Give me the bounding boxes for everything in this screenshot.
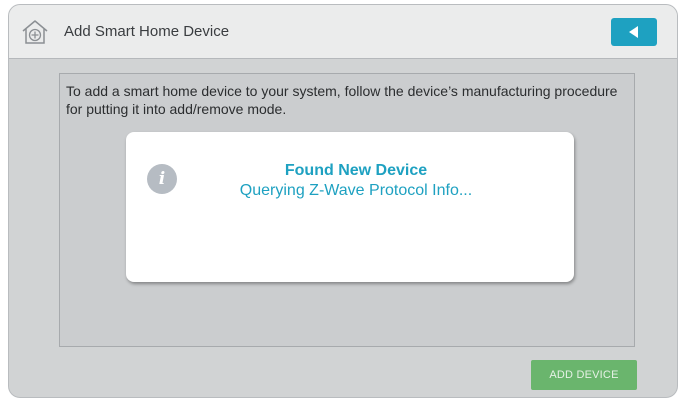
dialog-title: Found New Device (284, 162, 428, 179)
instructions-text: To add a smart home device to your syste… (66, 83, 618, 117)
home-icon (21, 18, 49, 46)
info-icon: i (147, 164, 177, 194)
back-button[interactable] (611, 18, 657, 46)
dialog-text: Found New Device Querying Z-Wave Protoco… (186, 161, 526, 201)
content-panel: To add a smart home device to your syste… (59, 73, 635, 347)
status-dialog: i Found New Device Querying Z-Wave Proto… (126, 132, 574, 282)
add-device-button[interactable]: ADD DEVICE (531, 360, 637, 390)
back-arrow-icon (629, 26, 638, 38)
page-title: Add Smart Home Device (64, 23, 230, 40)
dialog-message: Querying Z-Wave Protocol Info... (239, 182, 473, 199)
header-bar: Add Smart Home Device (9, 5, 677, 59)
device-screen: Add Smart Home Device To add a smart hom… (8, 4, 678, 398)
